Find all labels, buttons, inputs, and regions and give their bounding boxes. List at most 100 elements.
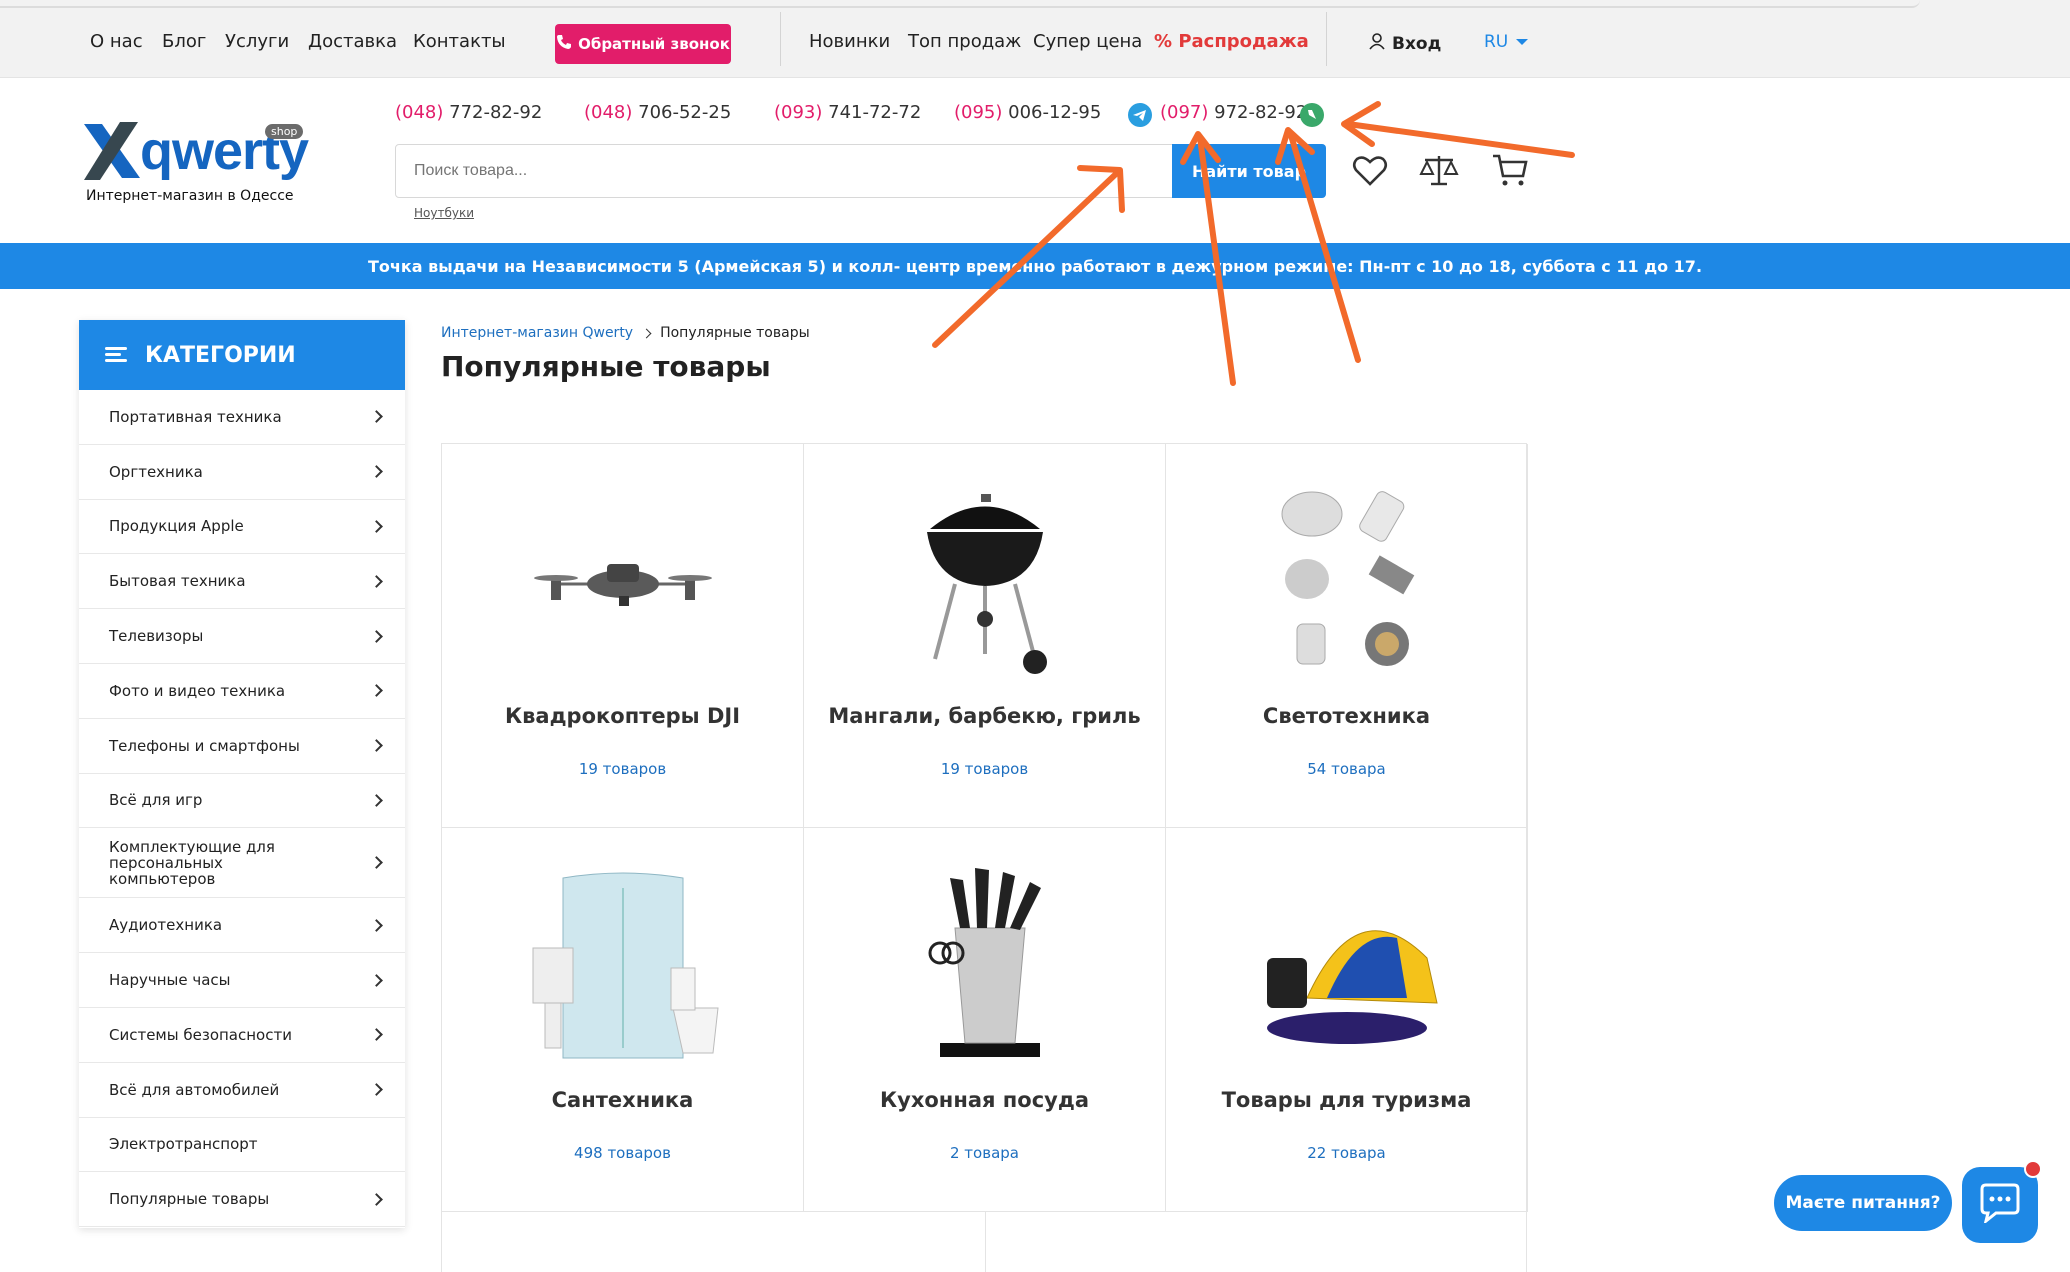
logo-shop-badge: shop [265,124,304,139]
nav-delivery[interactable]: Доставка [308,31,397,52]
category-name: Кухонная посуда [879,1088,1089,1112]
category-item[interactable]: Продукция Apple [79,500,405,555]
category-label: Электротранспорт [109,1135,258,1154]
divider [780,12,781,66]
category-sidebar: КАТЕГОРИИ Портативная техника Оргтехника… [79,320,405,1228]
category-item[interactable]: Телевизоры [79,609,405,664]
category-count[interactable]: 498 товаров [442,1144,803,1162]
callback-button[interactable]: Обратный звонок [555,24,731,64]
category-item[interactable]: Комплектующие для персональных компьютер… [79,828,405,899]
category-item[interactable]: Наручные часы [79,953,405,1008]
menu-icon [105,347,127,363]
search-hint-link[interactable]: Ноутбуки [414,206,474,220]
category-card[interactable]: Мангали, барбекю, гриль 19 товаров [804,444,1166,828]
category-label: Фото и видео техника [109,681,286,700]
phone-number[interactable]: (097) 972-82-92 [1160,102,1307,123]
tent-image [1247,868,1447,1063]
category-item[interactable]: Бытовая техника [79,554,405,610]
category-name: Сантехника [551,1088,694,1112]
nav-super-price[interactable]: Супер цена [1033,31,1142,52]
category-name: Квадрокоптеры DJI [504,704,741,728]
category-name: Мангали, барбекю, гриль [828,704,1141,728]
category-label: Аудиотехника [109,916,223,935]
category-label: Телефоны и смартфоны [109,736,300,755]
category-card[interactable]: Светотехника 54 товара [1166,444,1528,828]
category-item[interactable]: Всё для игр [79,774,405,829]
category-item[interactable]: Телефоны и смартфоны [79,719,405,774]
category-item[interactable]: Всё для автомобилей [79,1063,405,1118]
telegram-icon[interactable] [1128,103,1152,127]
category-card[interactable]: Квадрокоптеры DJI 19 товаров [442,444,804,828]
chevron-right-icon [370,629,383,643]
category-item[interactable]: Аудиотехника [79,898,405,954]
category-label: Системы безопасности [109,1025,292,1044]
chevron-right-icon [370,973,383,987]
nav-about[interactable]: О нас [90,31,143,52]
divider [1326,12,1327,66]
notice-banner: Точка выдачи на Независимости 5 (Армейск… [0,243,2070,289]
category-list: Портативная техника Оргтехника Продукция… [79,390,405,1228]
category-label: Оргтехника [109,462,203,481]
knife-set-image [885,868,1085,1063]
percent-icon: % [1154,31,1179,52]
category-label: Продукция Apple [109,517,244,536]
phone-icon [556,34,572,54]
category-name: Товары для туризма [1221,1088,1472,1112]
phone-number[interactable]: (048) 772-82-92 [395,102,542,123]
category-label: Популярные товары [109,1190,270,1209]
category-card[interactable]: Кухонная посуда 2 товара [804,828,1166,1212]
category-label: Комплектующие для персональных компьютер… [109,837,275,888]
chevron-right-icon [370,856,383,870]
nav-sale[interactable]: % Распродажа [1154,31,1309,52]
login-link[interactable]: Вход [1368,32,1441,55]
language-label: RU [1484,32,1509,52]
chevron-right-icon [370,1192,383,1206]
category-item[interactable]: Оргтехника [79,445,405,500]
category-count[interactable]: 22 товара [1166,1144,1527,1162]
category-count[interactable]: 19 товаров [442,760,803,778]
category-label: Наручные часы [109,971,231,990]
breadcrumb-current: Популярные товары [660,325,810,341]
category-count[interactable]: 2 товара [804,1144,1165,1162]
category-item[interactable]: Портативная техника [79,390,405,445]
nav-blog[interactable]: Блог [162,31,206,52]
phone-number[interactable]: (093) 741-72-72 [774,102,921,123]
compare-scales-icon[interactable] [1419,150,1459,190]
category-count[interactable]: 19 товаров [804,760,1165,778]
category-header[interactable]: КАТЕГОРИИ [79,320,405,390]
login-label: Вход [1392,33,1442,54]
category-count[interactable]: 54 товара [1166,760,1527,778]
nav-services[interactable]: Услуги [225,31,289,52]
chevron-right-icon [370,739,383,753]
nav-top-sales[interactable]: Топ продаж [908,31,1021,52]
logo-x-icon [84,122,140,180]
viber-icon[interactable] [1300,103,1324,127]
browser-edge [0,0,1920,8]
category-item[interactable]: Электротранспорт [79,1118,405,1173]
category-label: Всё для игр [109,791,203,810]
language-select[interactable]: RU [1484,32,1529,52]
chat-prompt[interactable]: Маєте питання? [1774,1175,1952,1231]
category-grid: Квадрокоптеры DJI 19 товаров Мангали, ба… [441,443,1528,1272]
heart-icon[interactable] [1350,150,1390,190]
breadcrumb-home[interactable]: Интернет-магазин Qwerty [441,325,633,341]
category-card[interactable]: Товары для туризма 22 товара [1166,828,1528,1212]
page-title: Популярные товары [441,350,771,383]
chat-button[interactable] [1962,1167,2038,1243]
category-item[interactable]: Популярные товары [79,1172,405,1228]
category-item[interactable]: Системы безопасности [79,1008,405,1063]
category-item[interactable]: Фото и видео техника [79,664,405,719]
cart-icon[interactable] [1490,150,1530,190]
category-card[interactable]: Сантехника 498 товаров [442,828,804,1212]
search-button[interactable]: Найти товар [1172,144,1326,198]
phone-number[interactable]: (095) 006-12-95 [954,102,1101,123]
callback-label: Обратный звонок [578,35,730,53]
chevron-right-icon [370,684,383,698]
phone-number[interactable]: (048) 706-52-25 [584,102,731,123]
nav-contacts[interactable]: Контакты [413,31,506,52]
chat-icon [1978,1183,2022,1227]
grill-image [885,484,1085,679]
search-input[interactable] [395,144,1173,198]
nav-new[interactable]: Новинки [809,31,890,52]
logo[interactable]: qwerty shop Интернет-магазин в Одессе [80,116,310,216]
